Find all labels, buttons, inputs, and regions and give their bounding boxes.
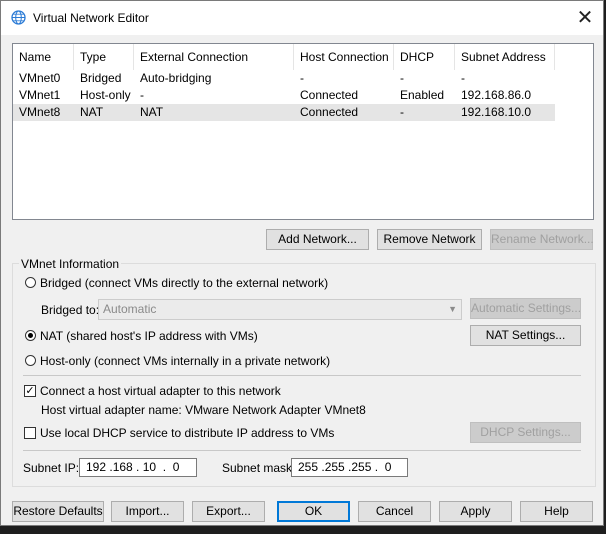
column-header-type[interactable]: Type [74,44,134,70]
connect-adapter-label[interactable]: Connect a host virtual adapter to this n… [40,384,281,398]
cell-name: VMnet0 [19,71,61,85]
network-globe-icon [11,10,26,25]
help-button[interactable]: Help [520,501,593,522]
network-list[interactable]: Name Type External Connection Host Conne… [12,43,594,220]
virtual-network-editor-window: Virtual Network Editor ✕ Name Type Exter… [0,0,604,526]
divider [23,375,581,376]
table-row-vmnet8[interactable]: VMnet8 NAT NAT Connected - 192.168.10.0 [13,104,555,121]
export-button[interactable]: Export... [192,501,265,522]
column-header-external-connection[interactable]: External Connection [134,44,294,70]
close-button[interactable]: ✕ [571,4,599,32]
bridged-radio-label[interactable]: Bridged (connect VMs directly to the ext… [40,276,328,290]
dhcp-checkbox[interactable] [24,427,36,439]
column-header-name[interactable]: Name [13,44,74,70]
cell-type: NAT [80,105,104,119]
bridged-to-select[interactable]: Automatic ▼ [98,299,462,320]
divider [23,450,581,451]
cell-host: Connected [300,105,359,119]
nat-radio[interactable] [25,330,36,341]
cell-subnet: 192.168.86.0 [461,88,532,102]
window-title: Virtual Network Editor [33,11,149,25]
cell-type: Bridged [80,71,122,85]
bridged-to-value: Automatic [103,302,157,316]
host-only-radio[interactable] [25,355,36,366]
restore-defaults-button[interactable]: Restore Defaults [12,501,104,522]
table-row-vmnet1[interactable]: VMnet1 Host-only - Connected Enabled 192… [13,87,555,104]
host-only-radio-label[interactable]: Host-only (connect VMs internally in a p… [40,354,330,368]
dhcp-settings-button[interactable]: DHCP Settings... [470,422,581,443]
dhcp-checkbox-label[interactable]: Use local DHCP service to distribute IP … [40,426,334,440]
cell-host: - [300,71,304,85]
close-icon: ✕ [576,7,594,29]
cell-host: Connected [300,88,359,102]
cell-name: VMnet1 [19,88,61,102]
column-header-dhcp[interactable]: DHCP [394,44,455,70]
cell-dhcp: Enabled [400,88,445,102]
cancel-button[interactable]: Cancel [358,501,431,522]
remove-network-button[interactable]: Remove Network [377,229,482,250]
nat-settings-button[interactable]: NAT Settings... [470,325,581,346]
cell-type: Host-only [80,88,131,102]
apply-button[interactable]: Apply [439,501,512,522]
cell-external: NAT [140,105,164,119]
cell-dhcp: - [400,71,404,85]
ok-button[interactable]: OK [277,501,350,522]
bridged-to-label: Bridged to: [41,303,100,317]
cell-subnet: - [461,71,465,85]
checkmark-icon: ✓ [25,385,35,397]
nat-radio-label[interactable]: NAT (shared host's IP address with VMs) [40,329,258,343]
subnet-mask-label: Subnet mask: [222,461,296,475]
bridged-radio[interactable] [25,277,36,288]
vmnet-information-label: VMnet Information [19,257,122,271]
table-row-vmnet0[interactable]: VMnet0 Bridged Auto-bridging - - - [13,70,555,87]
rename-network-button[interactable]: Rename Network... [490,229,594,250]
chevron-down-icon: ▼ [448,304,457,314]
subnet-mask-input[interactable]: 255 .255 .255 . 0 [291,458,408,477]
adapter-name-text: Host virtual adapter name: VMware Networ… [41,403,366,417]
subnet-ip-label: Subnet IP: [23,461,80,475]
subnet-ip-input[interactable]: 192 .168 . 10 . 0 [79,458,197,477]
cell-subnet: 192.168.10.0 [461,105,532,119]
add-network-button[interactable]: Add Network... [266,229,369,250]
automatic-settings-button[interactable]: Automatic Settings... [470,298,581,319]
import-button[interactable]: Import... [111,501,184,522]
cell-external: - [140,88,144,102]
radio-selected-dot [28,333,33,338]
cell-dhcp: - [400,105,404,119]
column-header-host-connection[interactable]: Host Connection [294,44,394,70]
cell-external: Auto-bridging [140,71,212,85]
column-header-subnet-address[interactable]: Subnet Address [455,44,555,70]
title-bar: Virtual Network Editor ✕ [1,1,603,35]
cell-name: VMnet8 [19,105,61,119]
connect-adapter-checkbox[interactable]: ✓ [24,385,36,397]
